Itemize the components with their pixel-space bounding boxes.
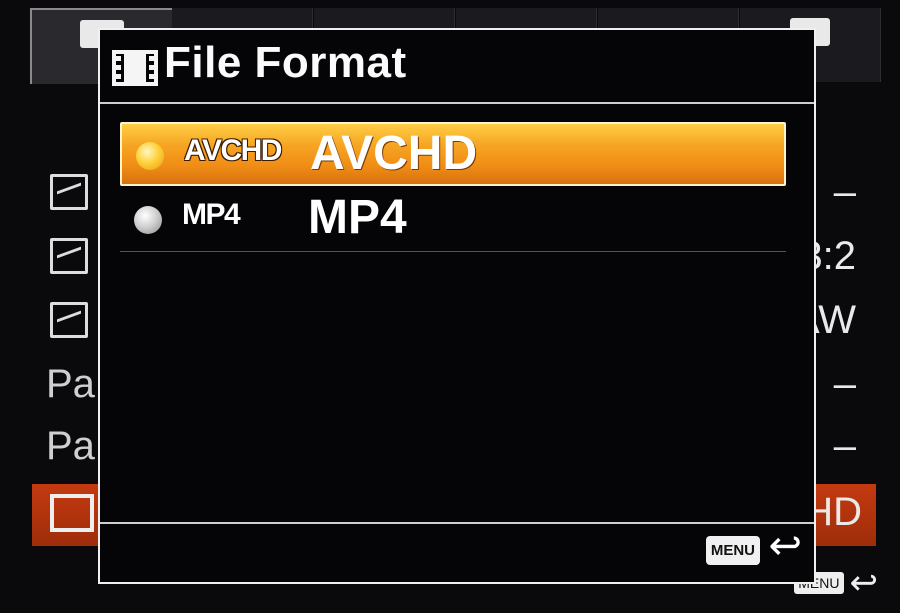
radio-selected-icon — [136, 142, 164, 170]
bg-row-label: Pa — [46, 362, 95, 406]
menu-button[interactable]: MENU — [705, 536, 760, 565]
aspect-ratio-icon — [50, 238, 88, 274]
dialog-title: File Format — [164, 38, 407, 87]
option-mp4[interactable]: MP4 MP4 — [120, 188, 786, 252]
file-format-dialog: File Format AVCHD AVCHD MP4 MP4 MENU ↩ — [98, 28, 816, 584]
option-badge: AVCHD — [184, 134, 282, 167]
option-divider — [120, 251, 786, 252]
film-icon — [50, 494, 94, 532]
radio-unselected-icon — [134, 206, 162, 234]
option-label: MP4 — [308, 191, 407, 244]
option-badge: MP4 — [182, 198, 241, 231]
option-avchd[interactable]: AVCHD AVCHD — [120, 122, 786, 186]
bg-row-value: – — [833, 170, 856, 214]
bg-row-value: – — [833, 424, 856, 468]
quality-icon — [50, 302, 88, 338]
bg-row-value: – — [833, 362, 856, 406]
image-size-icon — [50, 174, 88, 210]
dialog-footer: MENU ↩ — [100, 522, 814, 582]
back-arrow-icon[interactable]: ↩ — [768, 526, 802, 566]
bg-row-label: Pa — [46, 424, 95, 468]
film-icon — [112, 50, 158, 86]
dialog-title-bar: File Format — [100, 30, 814, 104]
back-arrow-icon[interactable]: ↩ — [850, 564, 879, 602]
option-label: AVCHD — [310, 127, 478, 180]
